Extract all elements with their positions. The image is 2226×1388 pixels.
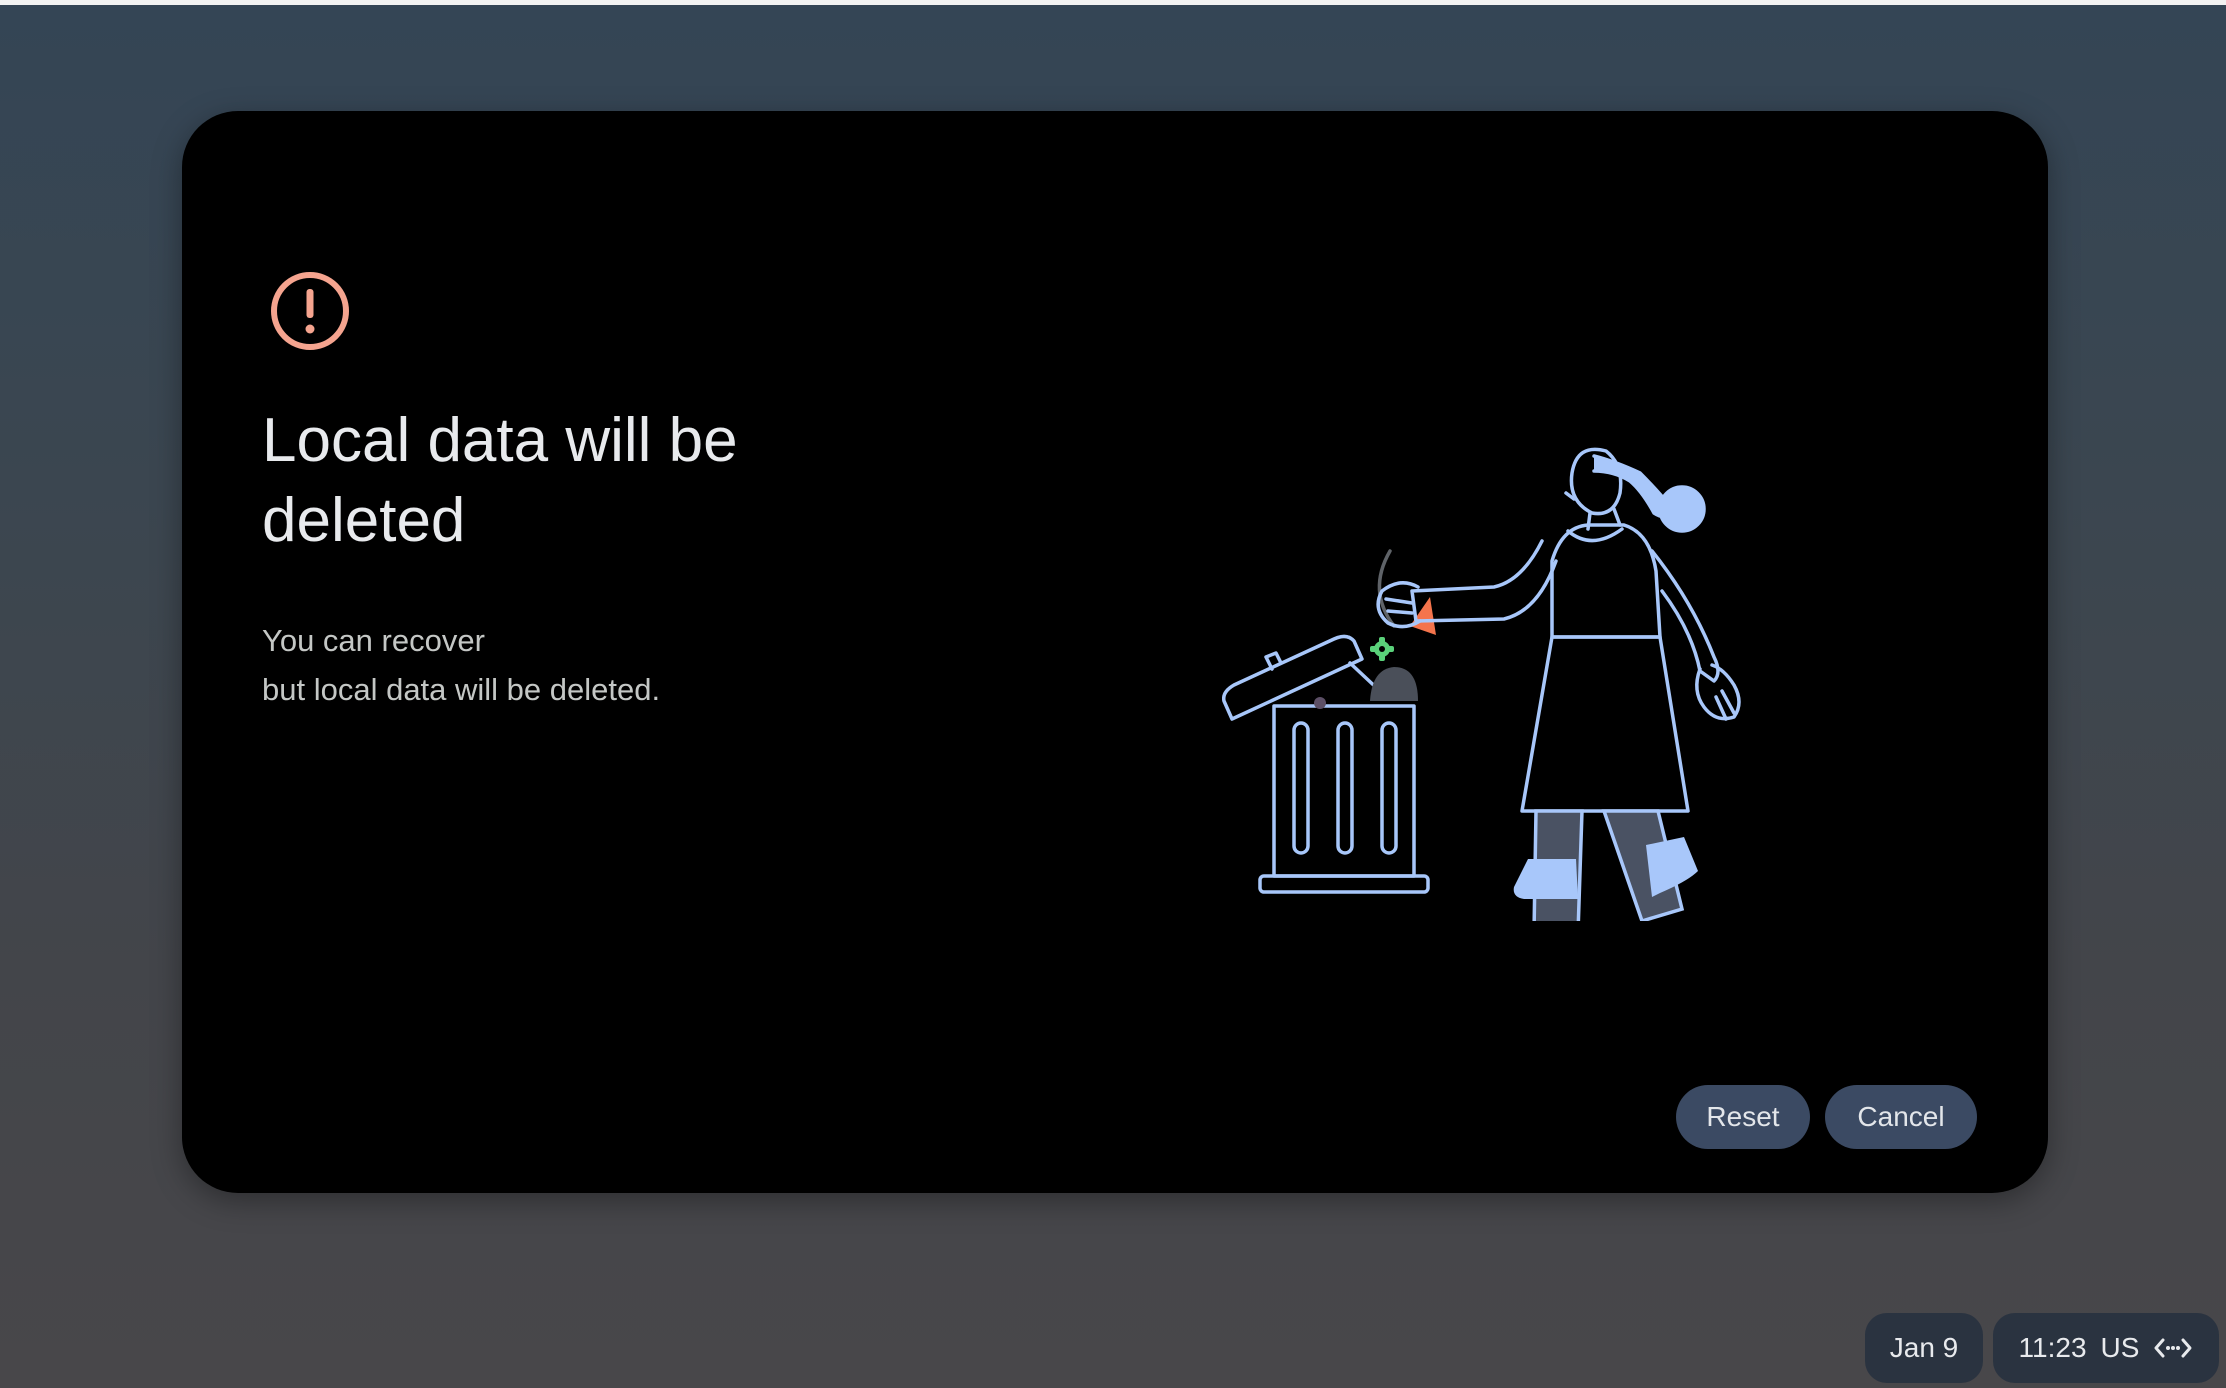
shelf-input-method: US: [2100, 1332, 2140, 1363]
dialog-description-line-1: You can recover: [262, 623, 485, 658]
dialog-description-line-2: but local data will be deleted.: [262, 672, 661, 707]
trash-can-base: [1258, 874, 1430, 894]
alert-circle-icon: [271, 272, 349, 350]
person-throwing-trash-illustration: [1222, 447, 1741, 921]
shelf-status-area[interactable]: 11:23 US: [1993, 1313, 2219, 1383]
cancel-button[interactable]: Cancel: [1825, 1085, 1977, 1149]
reset-button[interactable]: Reset: [1676, 1085, 1810, 1149]
dialog-title: Local data will be deleted: [262, 406, 738, 555]
network-arrows-icon: [2154, 1338, 2192, 1358]
dialog-description: You can recover but local data will be d…: [262, 616, 902, 714]
shelf-time: 11:23: [2018, 1332, 2087, 1363]
reset-dialog: Local data will be deleted You can recov…: [182, 111, 2048, 1193]
screen-top-edge: [0, 0, 2226, 5]
shelf-date[interactable]: Jan 9: [1865, 1313, 1983, 1383]
